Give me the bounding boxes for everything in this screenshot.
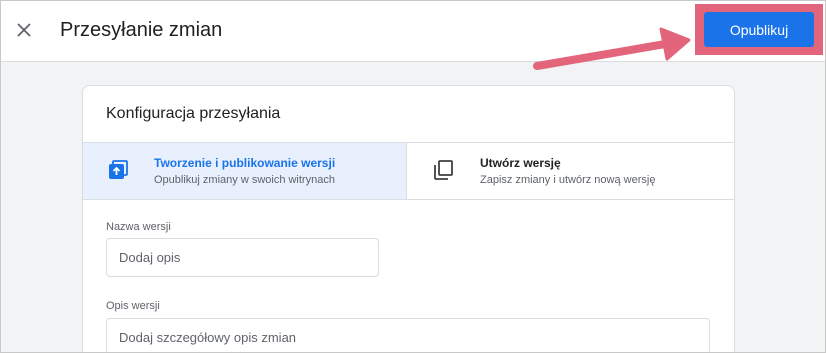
option-title: Tworzenie i publikowanie wersji [154, 156, 336, 170]
submission-type-options: Tworzenie i publikowanie wersji Opubliku… [83, 142, 734, 200]
option-subtitle: Zapisz zmiany i utwórz nową wersję [480, 174, 656, 186]
option-create-and-publish[interactable]: Tworzenie i publikowanie wersji Opubliku… [83, 143, 406, 199]
option-create-version[interactable]: Utwórz wersję Zapisz zmiany i utwórz now… [406, 143, 734, 199]
version-name-input[interactable] [106, 238, 379, 277]
submission-config-card: Konfiguracja przesyłania Tworzenie i pub… [82, 85, 735, 352]
version-name-label: Nazwa wersji [106, 221, 171, 233]
version-description-input[interactable] [106, 318, 710, 352]
pointer-arrow-annotation [533, 27, 691, 70]
page-title: Przesyłanie zmian [60, 19, 223, 41]
option-title: Utwórz wersję [480, 156, 561, 170]
window: Przesyłanie zmian Opublikuj Konfiguracja… [0, 0, 826, 353]
version-description-label: Opis wersji [106, 300, 160, 312]
close-button[interactable] [11, 17, 37, 43]
card-title: Konfiguracja przesyłania [106, 105, 281, 122]
copy-version-icon [434, 160, 453, 180]
close-icon [17, 23, 31, 37]
publish-icon [109, 160, 128, 179]
option-subtitle: Opublikuj zmiany w swoich witrynach [154, 174, 335, 186]
publish-button[interactable]: Opublikuj [704, 12, 814, 47]
